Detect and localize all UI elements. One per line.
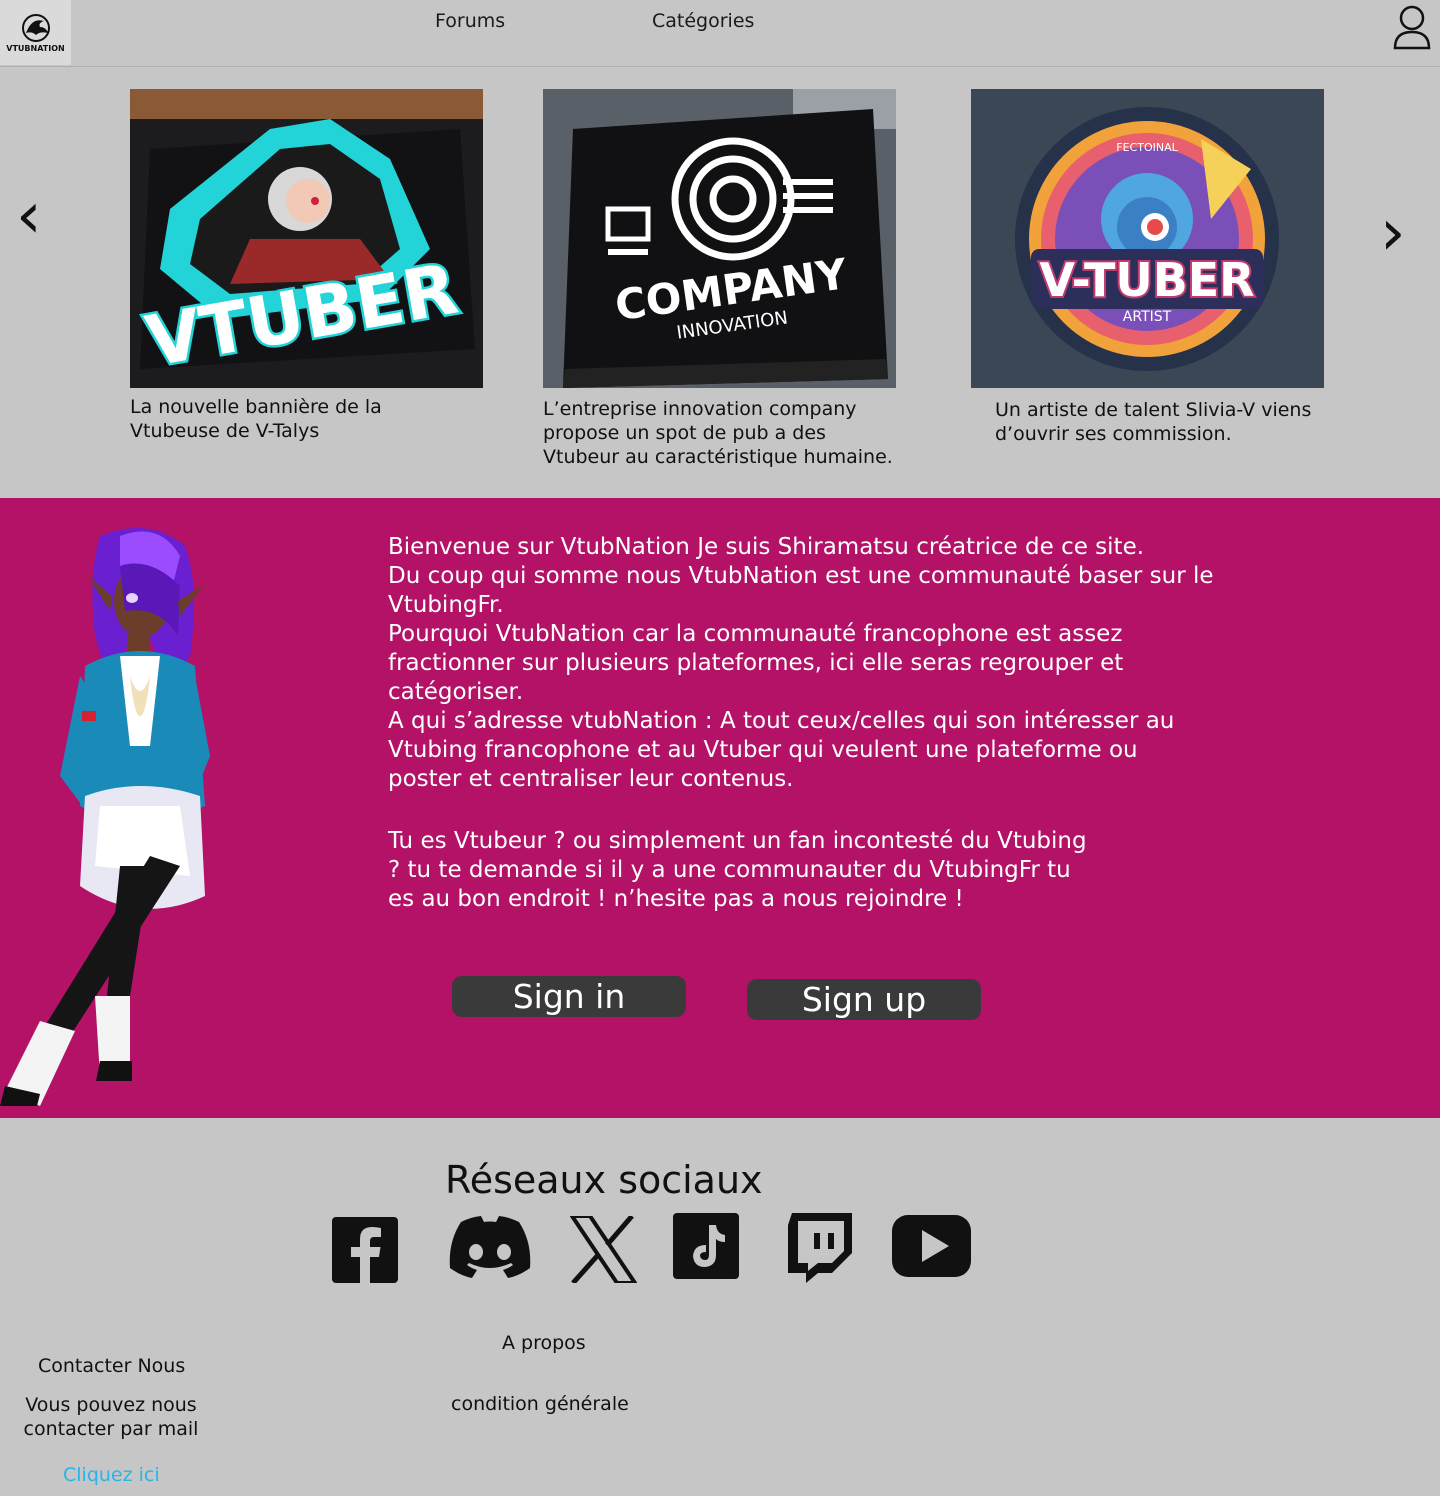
vtuber-avatar-illustration xyxy=(0,528,210,1106)
x-twitter-icon[interactable] xyxy=(570,1216,637,1283)
site-logo[interactable]: VTUBNATION xyxy=(0,0,71,65)
footer: Réseaux sociaux A propos condition génér… xyxy=(0,1118,1440,1496)
carousel-card-2[interactable]: COMPANY INNOVATION L’entreprise innovati… xyxy=(543,89,896,469)
card-image-vtuber-artist: FECTOINAL V-TUBER ARTIST xyxy=(971,89,1324,388)
sign-in-button[interactable]: Sign in xyxy=(452,976,686,1017)
nav-forums[interactable]: Forums xyxy=(435,10,505,32)
card-image-vtuber-banner: VTUBER xyxy=(130,89,483,388)
top-navbar: VTUBNATION Forums Catégories xyxy=(0,0,1440,66)
carousel-card-1[interactable]: VTUBER La nouvelle bannière de la Vtubeu… xyxy=(130,89,483,443)
card-caption-3: Un artiste de talent Slivia-V viens d’ou… xyxy=(995,399,1312,445)
welcome-section: Bienvenue sur VtubNation Je suis Shirama… xyxy=(0,498,1440,1118)
logo-dragon-icon xyxy=(21,13,50,42)
carousel-prev-arrow-icon[interactable]: ‹ xyxy=(16,184,42,248)
facebook-icon[interactable] xyxy=(332,1217,398,1283)
card-caption-1: La nouvelle bannière de la Vtubeuse de V… xyxy=(130,396,382,442)
welcome-paragraph-1: Bienvenue sur VtubNation Je suis Shirama… xyxy=(388,534,1214,792)
card-image-text: V-TUBER xyxy=(1039,253,1254,307)
news-carousel: ‹ VTUBER La nouvelle bannière de la Vtub… xyxy=(0,66,1440,498)
carousel-next-arrow-icon[interactable]: › xyxy=(1380,201,1406,265)
social-title: Réseaux sociaux xyxy=(445,1158,763,1202)
discord-icon[interactable] xyxy=(447,1216,533,1278)
sign-up-button[interactable]: Sign up xyxy=(747,979,981,1020)
contact-mail-link[interactable]: Cliquez ici xyxy=(63,1464,160,1486)
carousel-card-3[interactable]: FECTOINAL V-TUBER ARTIST Un artiste de t… xyxy=(971,89,1324,446)
youtube-icon[interactable] xyxy=(892,1213,971,1279)
user-account-icon[interactable] xyxy=(1393,4,1431,50)
card-caption-2: L’entreprise innovation company propose … xyxy=(543,398,893,468)
card-image-subtext: ARTIST xyxy=(1123,309,1172,325)
tiktok-icon[interactable] xyxy=(673,1213,739,1279)
footer-conditions-link[interactable]: condition générale xyxy=(451,1393,629,1415)
contact-title: Contacter Nous xyxy=(38,1355,186,1377)
footer-about-link[interactable]: A propos xyxy=(502,1332,586,1354)
logo-text: VTUBNATION xyxy=(6,43,65,53)
welcome-text: Bienvenue sur VtubNation Je suis Shirama… xyxy=(388,533,1218,914)
card-image-toptext: FECTOINAL xyxy=(1116,141,1178,154)
nav-categories[interactable]: Catégories xyxy=(652,10,754,32)
twitch-icon[interactable] xyxy=(786,1213,852,1283)
card-image-company-innovation: COMPANY INNOVATION xyxy=(543,89,896,388)
contact-text: Vous pouvez nous contacter par mail xyxy=(23,1394,199,1440)
welcome-paragraph-2: Tu es Vtubeur ? ou simplement un fan inc… xyxy=(388,828,1087,912)
